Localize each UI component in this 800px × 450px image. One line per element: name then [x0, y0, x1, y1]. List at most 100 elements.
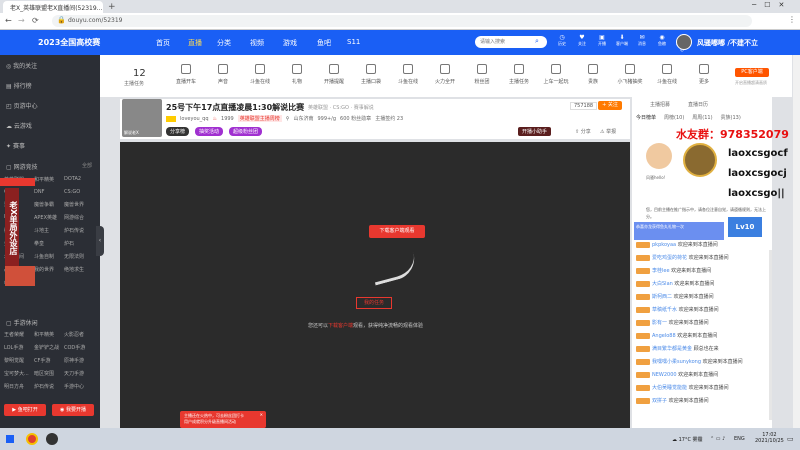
chat-user[interactable]: 李桂lee	[652, 268, 670, 274]
chat-scrollbar[interactable]	[769, 250, 772, 420]
tag-lottery[interactable]: 抽奖活动	[195, 127, 224, 136]
sidebar-item-cloud[interactable]: ☁ 云游戏	[6, 121, 32, 130]
nav-live[interactable]: 直播	[188, 38, 202, 48]
tool-icon-13[interactable]	[662, 64, 672, 74]
rank-avatar-2[interactable]	[683, 143, 717, 177]
tool-icon-7[interactable]	[440, 64, 450, 74]
sticker-button[interactable]: 开播小助手	[518, 127, 552, 136]
browser-tab[interactable]: 老X_英雄联盟老X直播间(52319... ✕	[3, 1, 103, 13]
chat-user[interactable]: 我嘿嘿小柔sunykong	[652, 359, 701, 365]
tool-icon-4[interactable]	[329, 64, 339, 74]
tab-recruit[interactable]: 主播招募	[650, 101, 670, 108]
rank-avatar-1[interactable]	[646, 143, 672, 169]
subtab-today[interactable]: 今日榜单	[636, 114, 656, 121]
sidebar-item-webgames[interactable]: ◰ 页游中心	[6, 101, 38, 110]
mobile-game-7[interactable]: CF手游	[34, 357, 64, 364]
yuba-open-button[interactable]: ▶ 鱼吧打开	[4, 404, 46, 416]
chat-user[interactable]: 影有一	[652, 320, 667, 326]
mobile-game-10[interactable]: 暗区突围	[34, 370, 64, 377]
chat-message[interactable]: NEW2000 欢迎来到本直播间	[636, 371, 718, 378]
chat-user[interactable]: 爱吃鸡蛋的荷花	[652, 255, 687, 261]
chat-user[interactable]: 满目繁华都是黄金	[652, 346, 692, 352]
tag-share-rank[interactable]: 分享榜	[166, 127, 190, 136]
sidebar-item-rank[interactable]: ▤ 排行榜	[6, 81, 32, 90]
chat-user[interactable]: 双拼子	[652, 398, 667, 404]
site-logo[interactable]: 2023全国高校赛	[38, 35, 133, 49]
mobile-game-4[interactable]: 金铲铲之战	[34, 344, 64, 351]
toast-popup[interactable]: 主播还在火热中，可去粉丝团打卡 用户成就积分升级直播间活动 ✕	[180, 411, 266, 428]
room-category[interactable]: 英雄联盟 · CS:GO · 赛事解说	[308, 104, 374, 111]
tool-icon-3[interactable]	[292, 64, 302, 74]
center-task-button[interactable]: 我的任务	[356, 297, 392, 309]
subtab-noble[interactable]: 贵族(13)	[721, 114, 741, 121]
promo-ad-image[interactable]	[5, 266, 35, 286]
network-game-23[interactable]: 绝地求生	[64, 266, 94, 273]
pc-client-button[interactable]: PC客户端	[735, 68, 769, 77]
network-game-14[interactable]: 炉石传说	[64, 227, 94, 234]
input-language[interactable]: ENG	[734, 436, 745, 442]
tool-icon-8[interactable]	[477, 64, 487, 74]
chat-user[interactable]: 大伯吴睡觉能能	[652, 385, 687, 391]
mobile-game-14[interactable]: 手游中心	[64, 383, 94, 390]
network-game-19[interactable]: 斗鱼自制	[34, 253, 64, 260]
network-game-4[interactable]: DNF	[34, 189, 64, 195]
sidebar-item-esports[interactable]: ✦ 赛事	[6, 141, 25, 150]
network-game-1[interactable]: 和平精英	[34, 176, 64, 183]
notification-icon[interactable]: ▭	[787, 435, 794, 443]
mobile-game-3[interactable]: LOL手游	[4, 344, 34, 351]
chat-message[interactable]: 李桂lee 欢迎来到本直播间	[636, 267, 711, 274]
chat-user[interactable]: Angelo88	[652, 333, 676, 339]
windows-start-icon[interactable]	[6, 435, 14, 443]
tool-icon-6[interactable]	[403, 64, 413, 74]
search-icon[interactable]: ⌕	[535, 37, 539, 46]
tool-icon-11[interactable]	[588, 64, 598, 74]
chat-message[interactable]: 满目繁华都是黄金 顾总也在来	[636, 345, 719, 352]
network-game-20[interactable]: 无限法则	[64, 253, 94, 260]
tool-icon-9[interactable]	[514, 64, 524, 74]
tool-icon-12[interactable]	[625, 64, 635, 74]
follow-button[interactable]: + 关注	[598, 101, 622, 110]
nav-games[interactable]: 游戏	[283, 38, 297, 48]
weather-widget[interactable]: ☁ 17°C 雾霾	[672, 436, 703, 443]
tool-icon-0[interactable]	[181, 64, 191, 74]
forward-icon[interactable]: →	[18, 16, 25, 25]
start-broadcast-button[interactable]: ◉ 我要开播	[52, 404, 94, 416]
chat-message[interactable]: 草稿纸千水 欢迎来到本直播间	[636, 306, 719, 313]
clock[interactable]: 17:02 2021/10/25	[755, 432, 784, 444]
network-game-10[interactable]: APEX英雄	[34, 214, 64, 221]
rank-badge[interactable]: 英雄联盟主播周榜	[237, 115, 282, 122]
browser-menu-icon[interactable]: ⋮	[788, 15, 796, 24]
tab-calendar[interactable]: 直播日历	[688, 101, 708, 108]
section-network-more[interactable]: 全部	[82, 162, 92, 169]
side-scrollbar[interactable]	[793, 55, 800, 428]
mobile-game-12[interactable]: 明日方舟	[4, 383, 34, 390]
network-game-2[interactable]: DOTA2	[64, 176, 94, 183]
network-game-8[interactable]: 魔兽世界	[64, 201, 94, 208]
window-controls[interactable]: ─☐✕	[752, 1, 792, 9]
mobile-game-0[interactable]: 王者荣耀	[4, 331, 34, 338]
tool-icon-14[interactable]	[699, 64, 709, 74]
network-game-22[interactable]: 我的世界	[34, 266, 64, 273]
chat-user[interactable]: 斯柯西二	[652, 294, 672, 300]
network-game-17[interactable]: 炉石	[64, 240, 94, 247]
network-game-16[interactable]: 拳皇	[34, 240, 64, 247]
back-icon[interactable]: ←	[5, 16, 12, 25]
chat-message[interactable]: 双拼子 欢迎来到本直播间	[636, 397, 709, 404]
sidebar-collapse-handle[interactable]: ‹	[96, 226, 104, 256]
nav-category[interactable]: 分类	[217, 38, 231, 48]
chat-message[interactable]: 影有一 欢迎来到本直播间	[636, 319, 709, 326]
sidebar-item-follow[interactable]: ◎ 我的关注	[6, 61, 37, 70]
message-icon[interactable]: ✉ 消息	[635, 34, 649, 53]
mobile-game-11[interactable]: 天刀手游	[64, 370, 94, 377]
promo-vertical-banner[interactable]: 老X单局外设店	[5, 188, 19, 268]
mobile-game-6[interactable]: 黎明觉醒	[4, 357, 34, 364]
history-icon[interactable]: ◷ 历史	[555, 34, 569, 53]
network-game-7[interactable]: 魔兽争霸	[34, 201, 64, 208]
tool-icon-5[interactable]	[366, 64, 376, 74]
chat-message[interactable]: 斯柯西二 欢迎来到本直播间	[636, 293, 714, 300]
follow-icon[interactable]: ♥ 关注	[575, 34, 589, 53]
network-game-13[interactable]: 斗地主	[34, 227, 64, 234]
streamer-name[interactable]: loveyou_qq	[180, 116, 209, 122]
report-button[interactable]: ⚠ 举报	[600, 128, 616, 135]
tag-super-fans[interactable]: 超级粉丝团	[229, 127, 263, 136]
